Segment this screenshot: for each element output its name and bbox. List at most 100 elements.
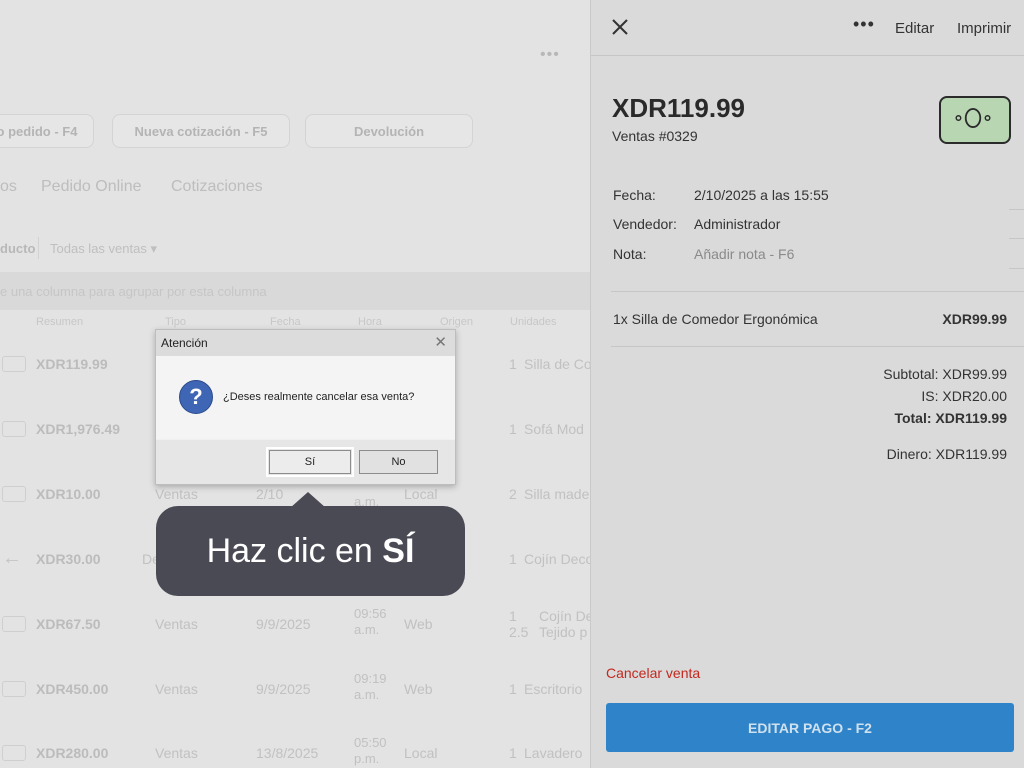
cash-icon [2,745,26,761]
panel-toolbar: ••• Editar Imprimir [591,0,1024,56]
action-button-row: o pedido - F4 Nueva cotización - F5 Devo… [0,114,590,148]
row-date: 9/9/2025 [256,616,311,632]
question-icon: ? [179,380,213,414]
line-item-description: 1x Silla de Comedor Ergonómica [613,311,818,327]
product-filter-label: ducto [0,241,36,256]
return-button[interactable]: Devolución [305,114,473,148]
tab-online-orders[interactable]: Pedido Online [41,178,142,196]
cancel-sale-link[interactable]: Cancelar venta [606,665,700,681]
row-amount: XDR450.00 [36,681,109,697]
row-qty: 1 [509,745,517,761]
row-type: Ventas [155,616,198,632]
row-type: Ventas [155,681,198,697]
cash-icon [2,421,26,437]
tooltip-text: Haz clic en SÍ [206,531,415,570]
row-channel: Local [404,486,438,502]
sale-total-amount: XDR119.99 [612,93,745,123]
row-qty: 1 2.5 [509,608,529,640]
row-product: Sofá Mod [524,421,584,437]
card-icon [2,486,26,502]
row-date: 2/10 [256,486,284,502]
sale-number: Ventas #0329 [612,128,698,144]
yes-button[interactable]: Sí [266,447,354,477]
row-type: Ventas [155,745,198,761]
row-channel: Local [404,745,438,761]
sales-type-select[interactable]: Todas las ventas ▾ [50,241,157,257]
group-by-hint: e una columna para agrupar por esta colu… [0,272,590,310]
column-header[interactable]: Origen [440,316,473,328]
row-product: Silla made [524,486,590,502]
edit-button[interactable]: Editar [895,20,934,37]
column-header[interactable]: Tipo [165,316,186,328]
tab-quotes[interactable]: Cotizaciones [171,178,263,196]
sale-detail-panel: ••• Editar Imprimir XDR119.99 Ventas #03… [590,0,1024,768]
row-product: Escritorio [524,681,583,697]
more-options-icon[interactable]: ••• [853,14,875,35]
row-time: 09:56 a.m. [354,606,387,637]
more-options-icon[interactable]: ••• [540,46,560,64]
divider [1009,268,1024,269]
cash-icon [2,616,26,632]
seller-label: Vendedor: [613,216,677,232]
table-row[interactable]: XDR280.00 Ventas 13/8/2025 05:50 p.m. Lo… [0,723,590,768]
cash-icon [2,356,26,372]
row-product: Cojín Deco [524,551,594,567]
row-date: 13/8/2025 [256,745,319,761]
new-quote-button[interactable]: Nueva cotización - F5 [112,114,290,148]
dialog-title: Atención [161,336,208,350]
divider [611,291,1024,292]
dialog-footer: Sí No [156,440,455,484]
row-amount: XDR1,976.49 [36,421,121,437]
date-value: 2/10/2025 a las 15:55 [694,187,829,203]
dialog-close-icon[interactable]: ✕ [434,330,447,356]
row-amount: XDR119.99 [36,356,108,372]
row-type: Ventas [155,486,198,502]
divider [38,237,39,259]
new-order-button[interactable]: o pedido - F4 [0,114,94,148]
instruction-tooltip: Haz clic en SÍ [156,492,465,596]
row-time: 05:50 p.m. [354,735,387,766]
row-channel: Web [404,616,433,632]
dialog-titlebar: Atención ✕ [156,330,455,356]
tab-sales[interactable]: os [0,178,17,196]
add-note-link[interactable]: Añadir nota - F6 [694,246,794,262]
row-qty: 1 [509,356,517,372]
divider [1009,209,1024,210]
print-button[interactable]: Imprimir [957,20,1011,37]
edit-payment-button[interactable]: EDITAR PAGO - F2 [606,703,1014,752]
tax: IS: XDR20.00 [921,388,1007,404]
row-product: Lavadero [524,745,583,761]
note-label: Nota: [613,246,647,262]
row-amount: XDR67.50 [36,616,101,632]
row-time: 09:19 a.m. [354,671,387,702]
row-qty: 1 [509,551,517,567]
tooltip-arrow [290,492,326,508]
line-item-amount: XDR99.99 [942,311,1007,327]
no-button[interactable]: No [359,450,438,474]
row-amount: XDR10.00 [36,486,101,502]
transfer-icon [2,681,26,697]
confirm-dialog: Atención ✕ ? ¿Deses realmente cancelar e… [155,329,456,485]
column-header[interactable]: Unidades [510,316,556,328]
row-amount: XDR30.00 [36,551,101,567]
column-header[interactable]: Resumen [36,316,83,328]
return-arrow-icon: ← [2,547,22,569]
divider [1009,238,1024,239]
column-header[interactable]: Hora [358,316,382,328]
dialog-message: ¿Deses realmente cancelar esa venta? [223,391,415,403]
row-channel: Web [404,681,433,697]
table-row[interactable]: XDR67.50 Ventas 9/9/2025 09:56 a.m. Web … [0,594,593,658]
table-row[interactable]: XDR450.00 Ventas 9/9/2025 09:19 a.m. Web… [0,659,590,723]
close-icon[interactable] [609,16,631,38]
subtotal: Subtotal: XDR99.99 [883,366,1007,382]
row-qty: 1 [509,681,517,697]
divider [611,346,1024,347]
seller-value: Administrador [694,216,781,232]
row-qty: 1 [509,421,517,437]
total: Total: XDR119.99 [894,410,1007,426]
row-product: Silla de Co [524,356,592,372]
dialog-body: ? ¿Deses realmente cancelar esa venta? [156,356,455,439]
cash-icon [939,96,1011,144]
row-date: 9/9/2025 [256,681,311,697]
column-header[interactable]: Fecha [270,316,301,328]
